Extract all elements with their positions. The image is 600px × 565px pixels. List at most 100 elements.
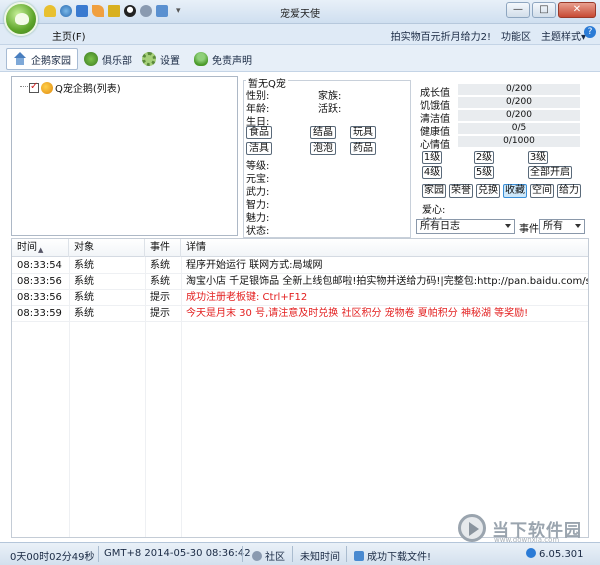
stat-label: 心情值: [420, 140, 450, 151]
action-boost-button[interactable]: 给力: [557, 184, 581, 198]
watermark: 当下软件园 www.downxia.com: [458, 514, 594, 544]
minimize-button[interactable]: —: [506, 2, 530, 18]
level-2-button[interactable]: 2级: [474, 151, 494, 164]
nav-tabs: 企鹅家园 俱乐部 设置 免责声明: [0, 44, 600, 72]
pet-tree[interactable]: Q宠企鹅(列表): [11, 76, 238, 236]
table-row[interactable]: 08:33:56 系统 系统 淘宝小店 千足银饰品 全新上线包邮啦!拍实物并送给…: [12, 274, 588, 290]
stat-bar: 0/200: [458, 84, 580, 95]
bubble-button[interactable]: 泡泡: [310, 142, 336, 155]
menu-bar: 主页(F) 拍实物百元折月给力2! 功能区 主题样式▾ ?: [0, 24, 600, 44]
level-3-button[interactable]: 3级: [528, 151, 548, 164]
sort-ascending-icon: ▲: [38, 246, 44, 254]
clean-button[interactable]: 洁具: [246, 142, 272, 155]
version-icon: [526, 548, 536, 558]
log-table-header: 时间 ▲ 对象 事件 详情: [12, 239, 588, 257]
toy-button[interactable]: 玩具: [350, 126, 376, 139]
menu-theme-label: 主题样式: [540, 32, 581, 43]
status-divider: [346, 546, 347, 562]
log-filter-select[interactable]: 所有日志: [416, 219, 515, 234]
menu-right-group: 拍实物百元折月给力2! 功能区 主题样式▾: [391, 28, 586, 43]
status-divider: [242, 546, 243, 562]
status-version-label: 6.05.301: [539, 549, 584, 560]
menu-promo[interactable]: 拍实物百元折月给力2!: [391, 28, 491, 43]
cell-event: 提示: [150, 292, 170, 303]
status-uptime: 0天00时02分49秒: [10, 552, 95, 563]
tree-node-label: Q宠企鹅(列表): [55, 84, 121, 95]
menu-theme[interactable]: 主题样式▾: [541, 28, 586, 43]
main-panel: Q宠企鹅(列表) 暂无Q宠 性别: 家族: 年龄: 活跃: 生日: 食品 结晶 …: [0, 72, 600, 542]
event-filter-value: 所有: [543, 221, 563, 232]
tab-club[interactable]: 俱乐部: [78, 48, 138, 70]
column-header-object[interactable]: 对象: [69, 239, 145, 257]
disclaimer-icon: [194, 52, 208, 66]
crystal-button[interactable]: 结晶: [310, 126, 336, 139]
menu-features[interactable]: 功能区: [501, 28, 531, 43]
tab-penguin-home[interactable]: 企鹅家园: [6, 48, 78, 70]
medicine-button[interactable]: 药品: [350, 142, 376, 155]
cell-object: 系统: [74, 308, 94, 319]
table-row[interactable]: 08:33:56 系统 提示 成功注册老板键: Ctrl+F12: [12, 290, 588, 306]
chevron-down-icon: [575, 224, 581, 228]
help-icon[interactable]: ?: [584, 26, 596, 38]
status-download: 成功下载文件!: [354, 548, 431, 563]
window-controls: — □ ✕: [506, 2, 596, 18]
level-5-button[interactable]: 5级: [474, 166, 494, 179]
title-bar: ▾ 宠爱天使 — □ ✕: [0, 0, 600, 36]
level-1-button[interactable]: 1级: [422, 151, 442, 164]
event-filter-label: 事件: [519, 224, 539, 235]
tab-disclaimer[interactable]: 免责声明: [188, 48, 258, 70]
close-button[interactable]: ✕: [558, 2, 596, 18]
stat-mood: 心情值 0/1000: [420, 136, 580, 151]
cell-object: 系统: [74, 276, 94, 287]
status-download-label: 成功下载文件!: [367, 552, 432, 563]
action-home-button[interactable]: 家园: [422, 184, 446, 198]
status-community-label: 社区: [265, 552, 285, 563]
column-label: 时间: [17, 242, 37, 253]
event-filter-select[interactable]: 所有: [539, 219, 585, 234]
gear-icon: [142, 52, 156, 66]
stat-bar: 0/1000: [458, 136, 580, 147]
stat-value: 0/5: [511, 123, 527, 133]
club-icon: [84, 52, 98, 66]
tree-connector: [20, 86, 28, 87]
cell-time: 08:33:59: [17, 308, 62, 319]
maximize-button[interactable]: □: [532, 2, 556, 18]
column-header-detail[interactable]: 详情: [181, 239, 588, 257]
table-row[interactable]: 08:33:54 系统 系统 程序开始运行 联网方式:局域网: [12, 258, 588, 274]
action-collect-button[interactable]: 收藏: [503, 184, 527, 198]
stat-health: 健康值 0/5: [420, 123, 580, 138]
action-honor-button[interactable]: 荣誉: [449, 184, 473, 198]
cell-detail: 淘宝小店 千足银饰品 全新上线包邮啦!拍实物并送给力码!|完整包:http://…: [186, 276, 588, 287]
stat-hunger: 饥饿值 0/200: [420, 97, 580, 112]
food-button[interactable]: 食品: [246, 126, 272, 139]
status-bar: 0天00时02分49秒 GMT+8 2014-05-30 08:36:42 社区…: [0, 542, 600, 565]
stats-panel: 成长值 0/200 饥饿值 0/200 清洁值 0/200 健康值 0/5 心情…: [416, 80, 584, 230]
stat-bar: 0/200: [458, 110, 580, 121]
tree-node-penguin-list[interactable]: Q宠企鹅(列表): [29, 80, 121, 95]
status-label: 状态:: [246, 226, 270, 237]
column-header-event[interactable]: 事件: [145, 239, 181, 257]
app-logo-icon[interactable]: [4, 2, 38, 36]
table-row[interactable]: 08:33:59 系统 提示 今天是月末 30 号,请注意及时兑换 社区积分 宠…: [12, 306, 588, 322]
stat-bar: 0/5: [458, 123, 580, 134]
cell-event: 提示: [150, 308, 170, 319]
menu-home[interactable]: 主页(F): [52, 28, 86, 43]
cell-event: 系统: [150, 260, 170, 271]
tab-settings[interactable]: 设置: [136, 48, 186, 70]
pet-icon: [41, 81, 53, 94]
unlock-all-button[interactable]: 全部开启: [528, 166, 572, 179]
tab-label: 设置: [160, 55, 180, 67]
column-header-time[interactable]: 时间 ▲: [12, 239, 69, 257]
watermark-play-icon: [458, 514, 486, 542]
stat-value: 0/200: [506, 97, 532, 107]
status-clock: GMT+8 2014-05-30 08:36:42: [104, 548, 251, 559]
community-icon: [252, 551, 262, 561]
cell-detail: 今天是月末 30 号,请注意及时兑换 社区积分 宠物卷 夏帕积分 神秘湖 等奖励…: [186, 308, 529, 319]
action-exchange-button[interactable]: 兑换: [476, 184, 500, 198]
level-4-button[interactable]: 4级: [422, 166, 442, 179]
action-space-button[interactable]: 空间: [530, 184, 554, 198]
log-table: 时间 ▲ 对象 事件 详情 08:33:54 系统 系统 程序开始运行 联网方式:…: [11, 238, 589, 538]
status-community[interactable]: 社区: [252, 548, 285, 563]
status-divider: [98, 546, 99, 562]
tree-checkbox[interactable]: [29, 81, 39, 93]
